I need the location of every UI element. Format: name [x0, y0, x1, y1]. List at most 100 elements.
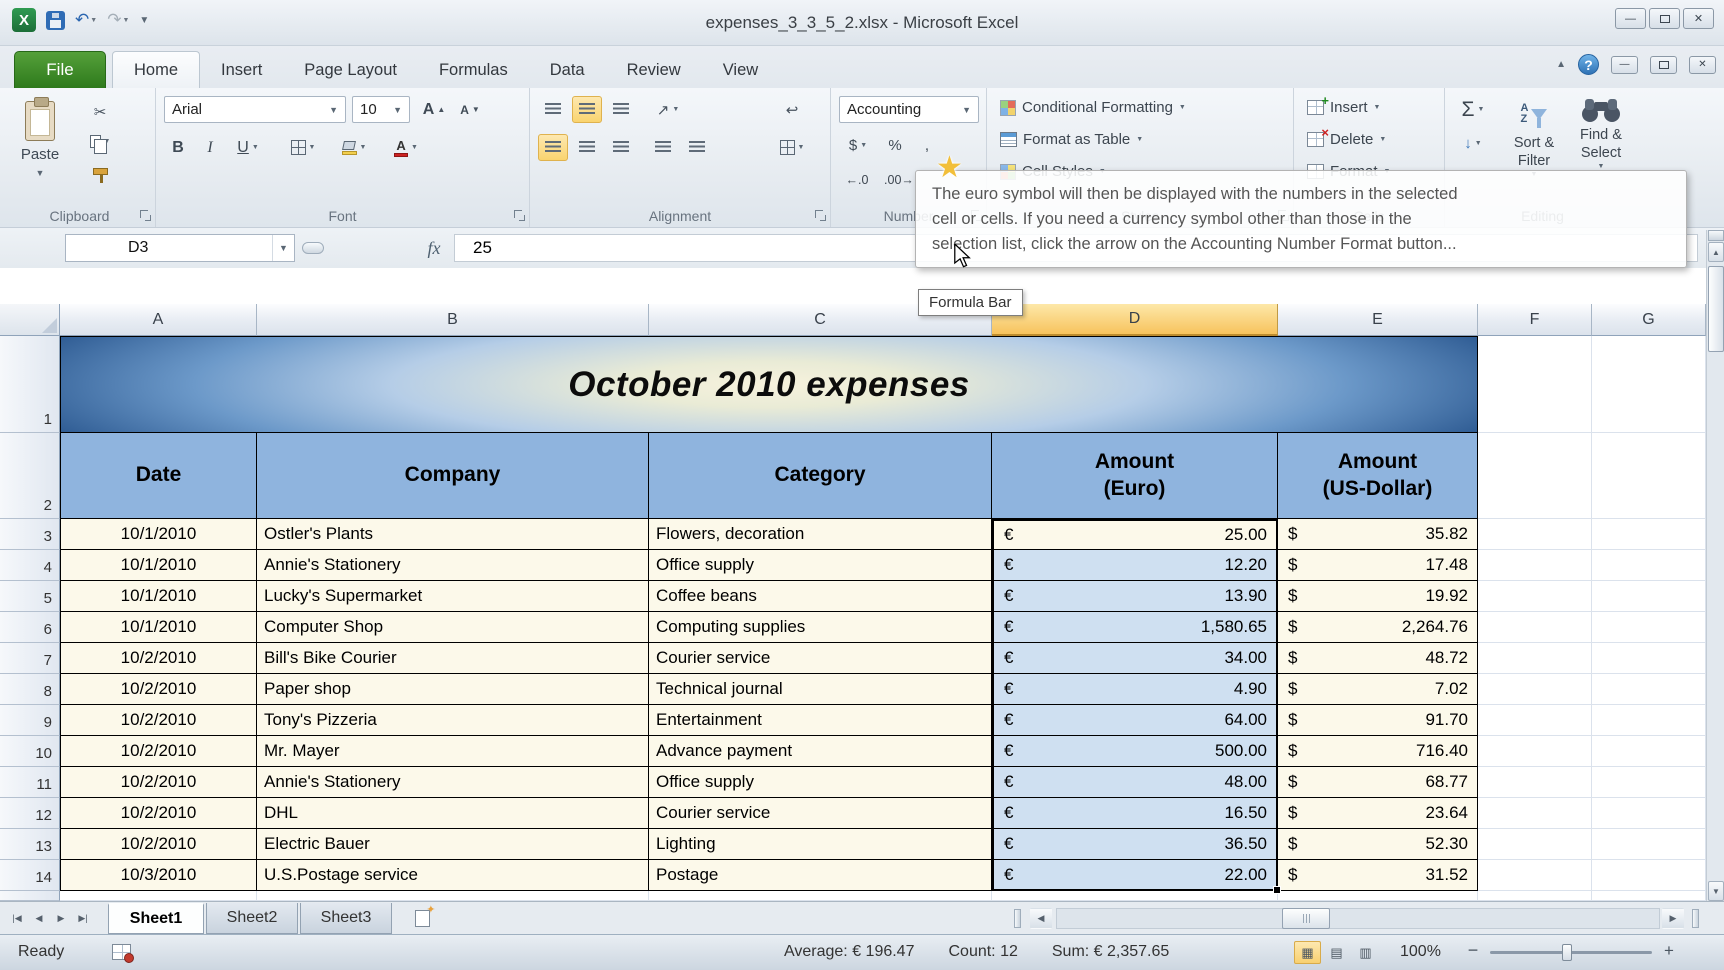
font-family-select[interactable]: Arial ▼ — [164, 96, 346, 123]
cell-c10[interactable]: Advance payment — [649, 736, 992, 767]
increase-indent-button[interactable] — [682, 134, 712, 161]
cell-d11[interactable]: €48.00 — [992, 767, 1278, 798]
alignment-dialog-launcher[interactable] — [815, 210, 826, 221]
cell-e8[interactable]: $7.02 — [1278, 674, 1478, 705]
name-box[interactable]: D3 ▼ — [65, 234, 295, 262]
empty-cell-r15c7[interactable] — [1592, 891, 1706, 901]
horizontal-split-handle[interactable] — [1692, 909, 1699, 928]
vertical-scrollbar-thumb[interactable] — [1708, 266, 1724, 352]
empty-cell-r15c2[interactable] — [257, 891, 649, 901]
scroll-right-button[interactable]: ▶ — [1662, 908, 1684, 929]
cell-b5[interactable]: Lucky's Supermarket — [257, 581, 649, 612]
zoom-level[interactable]: 100% — [1400, 943, 1441, 961]
empty-cell-g4[interactable] — [1592, 550, 1706, 581]
merged-title-cell[interactable]: October 2010 expenses — [60, 336, 1478, 433]
copy-button[interactable]: ▼ — [80, 128, 120, 155]
fill-color-button[interactable]: ▼ — [332, 134, 376, 161]
row-header-11[interactable]: 11 — [0, 767, 60, 798]
row-header-6[interactable]: 6 — [0, 612, 60, 643]
paste-button[interactable]: Paste ▼ — [10, 92, 70, 200]
cell-b8[interactable]: Paper shop — [257, 674, 649, 705]
empty-cell-f11[interactable] — [1478, 767, 1592, 798]
empty-cell-g14[interactable] — [1592, 860, 1706, 891]
header-cell-company[interactable]: Company — [257, 433, 649, 519]
cell-d4[interactable]: €12.20 — [992, 550, 1278, 581]
empty-cell-f13[interactable] — [1478, 829, 1592, 860]
save-button[interactable] — [46, 10, 65, 30]
cell-b12[interactable]: DHL — [257, 798, 649, 829]
empty-cell-g12[interactable] — [1592, 798, 1706, 829]
delete-cells-button[interactable]: × Delete ▼ — [1302, 125, 1391, 153]
tab-file[interactable]: File — [14, 51, 106, 88]
empty-cell-g2[interactable] — [1592, 433, 1706, 519]
next-sheet-button[interactable]: ▶ — [50, 908, 72, 929]
cell-c4[interactable]: Office supply — [649, 550, 992, 581]
fill-handle[interactable] — [1273, 886, 1281, 894]
tab-formulas[interactable]: Formulas — [418, 53, 529, 88]
align-bottom-button[interactable] — [606, 96, 636, 123]
redo-button[interactable]: ↷ ▼ — [107, 10, 129, 30]
row-header-10[interactable]: 10 — [0, 736, 60, 767]
empty-cell-r15c3[interactable] — [649, 891, 992, 901]
insert-function-button[interactable]: fx — [418, 236, 450, 260]
cell-a6[interactable]: 10/1/2010 — [60, 612, 257, 643]
empty-cell-r15c5[interactable] — [1278, 891, 1478, 901]
workbook-close-button[interactable]: ✕ — [1689, 55, 1716, 74]
cell-a4[interactable]: 10/1/2010 — [60, 550, 257, 581]
scroll-up-button[interactable]: ▲ — [1708, 242, 1724, 262]
vertical-split-handle[interactable] — [1708, 230, 1724, 241]
wrap-text-button[interactable]: ↩ — [766, 96, 818, 123]
cell-e4[interactable]: $17.48 — [1278, 550, 1478, 581]
cell-b4[interactable]: Annie's Stationery — [257, 550, 649, 581]
cell-a12[interactable]: 10/2/2010 — [60, 798, 257, 829]
insert-cells-button[interactable]: + Insert ▼ — [1302, 93, 1385, 121]
cell-d5[interactable]: €13.90 — [992, 581, 1278, 612]
normal-view-button[interactable]: ▦ — [1294, 941, 1321, 964]
cell-b11[interactable]: Annie's Stationery — [257, 767, 649, 798]
cell-a5[interactable]: 10/1/2010 — [60, 581, 257, 612]
orientation-button[interactable]: ↗ ▼ — [648, 96, 688, 123]
increase-decimal-button[interactable]: ←.0 — [839, 166, 875, 193]
cell-b3[interactable]: Ostler's Plants — [257, 519, 649, 550]
decrease-indent-button[interactable] — [648, 134, 678, 161]
cell-d13[interactable]: €36.50 — [992, 829, 1278, 860]
cell-e14[interactable]: $31.52 — [1278, 860, 1478, 891]
borders-button[interactable]: ▼ — [282, 134, 324, 161]
zoom-slider[interactable] — [1490, 944, 1652, 961]
empty-cell-f1[interactable] — [1478, 336, 1592, 433]
italic-button[interactable]: I — [196, 134, 224, 161]
cell-a14[interactable]: 10/3/2010 — [60, 860, 257, 891]
empty-cell-f10[interactable] — [1478, 736, 1592, 767]
header-cell-amount-usd[interactable]: Amount (US-Dollar) — [1278, 433, 1478, 519]
empty-cell-g3[interactable] — [1592, 519, 1706, 550]
empty-cell-f8[interactable] — [1478, 674, 1592, 705]
empty-cell-g11[interactable] — [1592, 767, 1706, 798]
empty-cell-r15c6[interactable] — [1478, 891, 1592, 901]
horizontal-scrollbar-thumb[interactable] — [1282, 908, 1330, 929]
row-header-13[interactable]: 13 — [0, 829, 60, 860]
cell-a3[interactable]: 10/1/2010 — [60, 519, 257, 550]
fill-button[interactable]: ↓ ▼ — [1451, 130, 1495, 157]
cell-b10[interactable]: Mr. Mayer — [257, 736, 649, 767]
cell-d6[interactable]: €1,580.65 — [992, 612, 1278, 643]
tab-sheet3[interactable]: Sheet3 — [300, 903, 392, 934]
cell-b13[interactable]: Electric Bauer — [257, 829, 649, 860]
tab-insert[interactable]: Insert — [200, 53, 283, 88]
empty-cell-g8[interactable] — [1592, 674, 1706, 705]
empty-cell-g10[interactable] — [1592, 736, 1706, 767]
page-break-view-button[interactable]: ▥ — [1352, 941, 1379, 964]
empty-cell-f2[interactable] — [1478, 433, 1592, 519]
clipboard-dialog-launcher[interactable] — [140, 210, 151, 221]
row-header-8[interactable]: 8 — [0, 674, 60, 705]
bold-button[interactable]: B — [164, 134, 192, 161]
font-dialog-launcher[interactable] — [514, 210, 525, 221]
cell-d10[interactable]: €500.00 — [992, 736, 1278, 767]
row-header-14[interactable]: 14 — [0, 860, 60, 891]
grow-font-button[interactable]: A ▲ — [418, 96, 450, 123]
cell-c9[interactable]: Entertainment — [649, 705, 992, 736]
conditional-formatting-button[interactable]: Conditional Formatting ▼ — [995, 94, 1191, 121]
column-header-d[interactable]: D — [992, 304, 1278, 336]
cell-d7[interactable]: €34.00 — [992, 643, 1278, 674]
cell-a10[interactable]: 10/2/2010 — [60, 736, 257, 767]
cell-e10[interactable]: $716.40 — [1278, 736, 1478, 767]
